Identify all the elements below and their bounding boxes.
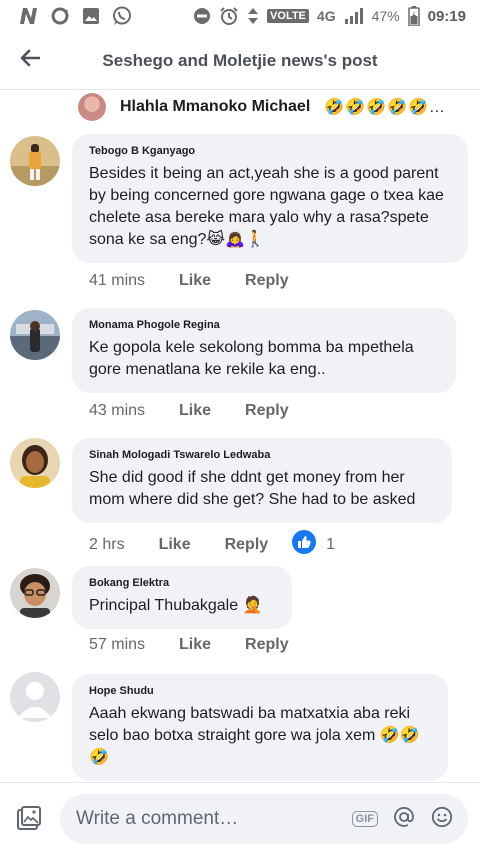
comment-item: Tebogo B Kganyago Besides it being an ac… — [0, 134, 480, 294]
emoji-button[interactable] — [430, 806, 454, 833]
comment-item: Sinah Mologadi Tswarelo Ledwaba She did … — [0, 438, 480, 554]
comment-actions: 2 hrs Like Reply 1 — [89, 530, 335, 559]
comment-text: She did good if she ddnt get money from … — [89, 469, 416, 508]
add-photo-button[interactable] — [14, 805, 44, 835]
reactors-row[interactable]: Hlahla Mmanoko Michael 🤣🤣🤣🤣🤣… — [78, 92, 446, 122]
comment-item: Monama Phogole Regina Ke gopola kele sek… — [0, 308, 480, 424]
reactor-name[interactable]: Hlahla Mmanoko Michael — [120, 98, 310, 116]
reaction-summary[interactable]: 1 — [292, 530, 335, 559]
comment-time[interactable]: 2 hrs — [89, 536, 125, 554]
page-title: Seshego and Moletjie news's post — [102, 50, 378, 70]
reaction-count: 1 — [326, 535, 336, 553]
comment-item: Bokang Elektra Principal Thubakgale 🤦 57… — [0, 566, 480, 666]
alarm-icon — [219, 6, 239, 26]
reaction-emojis: 🤣🤣🤣🤣🤣… — [324, 99, 446, 116]
comments-feed[interactable]: Hlahla Mmanoko Michael 🤣🤣🤣🤣🤣… Tebogo B K… — [0, 90, 480, 782]
comment-bubble[interactable]: Sinah Mologadi Tswarelo Ledwaba She did … — [72, 438, 452, 523]
comment-author[interactable]: Bokang Elektra — [89, 576, 275, 591]
comment-text: Besides it being an act,yeah she is a go… — [89, 165, 444, 248]
comment-text: Aaah ekwang batswadi ba matxatxia aba re… — [89, 705, 420, 766]
like-button[interactable]: Like — [179, 272, 211, 290]
comment-author[interactable]: Monama Phogole Regina — [89, 318, 439, 333]
whatsapp-icon — [112, 6, 132, 26]
reply-button[interactable]: Reply — [245, 402, 289, 420]
comment-author[interactable]: Hope Shudu — [89, 684, 431, 699]
comment-author[interactable]: Sinah Mologadi Tswarelo Ledwaba — [89, 448, 435, 463]
comment-box[interactable]: GIF — [60, 794, 468, 844]
battery-icon — [407, 6, 420, 26]
signal-icon — [344, 8, 364, 24]
avatar[interactable] — [10, 438, 60, 488]
network-type: 4G — [316, 8, 336, 24]
avatar[interactable] — [10, 672, 60, 722]
like-button[interactable]: Like — [179, 636, 211, 654]
n-logo-icon — [18, 7, 38, 25]
reply-button[interactable]: Reply — [245, 272, 289, 290]
like-button[interactable]: Like — [159, 536, 191, 554]
avatar[interactable] — [10, 568, 60, 618]
comment-author[interactable]: Tebogo B Kganyago — [89, 144, 451, 159]
comment-actions: 43 mins Like Reply — [89, 402, 289, 420]
status-left-icons — [18, 6, 132, 26]
comment-bubble[interactable]: Bokang Elektra Principal Thubakgale 🤦 — [72, 566, 292, 629]
like-button[interactable]: Like — [179, 402, 211, 420]
gif-button[interactable]: GIF — [351, 811, 378, 827]
comment-bubble[interactable]: Tebogo B Kganyago Besides it being an ac… — [72, 134, 468, 263]
comment-actions: 57 mins Like Reply — [89, 636, 289, 654]
smiley-icon — [431, 806, 453, 833]
arrow-left-icon — [20, 49, 41, 72]
comment-time[interactable]: 41 mins — [89, 272, 145, 290]
dnd-icon — [193, 7, 211, 25]
gallery-icon — [82, 7, 100, 25]
reply-button[interactable]: Reply — [225, 536, 269, 554]
status-right-icons: VOLTE 4G 47% 09:19 — [193, 6, 466, 26]
comment-bubble[interactable]: Monama Phogole Regina Ke gopola kele sek… — [72, 308, 456, 393]
data-arrows-icon — [247, 7, 259, 25]
sync-icon — [50, 7, 70, 25]
thumbs-up-icon — [292, 530, 317, 559]
composer-icons: GIF — [351, 806, 468, 833]
comment-bubble[interactable]: Hope Shudu Aaah ekwang batswadi ba matxa… — [72, 674, 448, 781]
comment-time[interactable]: 57 mins — [89, 636, 145, 654]
back-button[interactable] — [0, 32, 60, 90]
comment-actions: 41 mins Like Reply — [89, 272, 289, 290]
volte-badge: VOLTE — [267, 9, 309, 23]
comment-text: Ke gopola kele sekolong bomma ba mpethel… — [89, 339, 414, 378]
at-sign-icon — [393, 806, 415, 833]
avatar[interactable] — [10, 310, 60, 360]
avatar[interactable] — [10, 136, 60, 186]
battery-percent: 47% — [371, 8, 400, 24]
avatar[interactable] — [78, 93, 106, 121]
comment-text: Principal Thubakgale 🤦 — [89, 597, 263, 614]
status-bar: VOLTE 4G 47% 09:19 — [0, 0, 480, 32]
comment-time[interactable]: 43 mins — [89, 402, 145, 420]
mention-button[interactable] — [392, 806, 416, 833]
clock: 09:19 — [427, 7, 466, 25]
post-header: Seshego and Moletjie news's post — [0, 32, 480, 90]
comment-input[interactable] — [76, 808, 346, 830]
comment-composer: GIF — [0, 782, 480, 854]
comment-item: Hope Shudu Aaah ekwang batswadi ba matxa… — [0, 672, 480, 782]
reply-button[interactable]: Reply — [245, 636, 289, 654]
photo-icon — [16, 805, 42, 836]
